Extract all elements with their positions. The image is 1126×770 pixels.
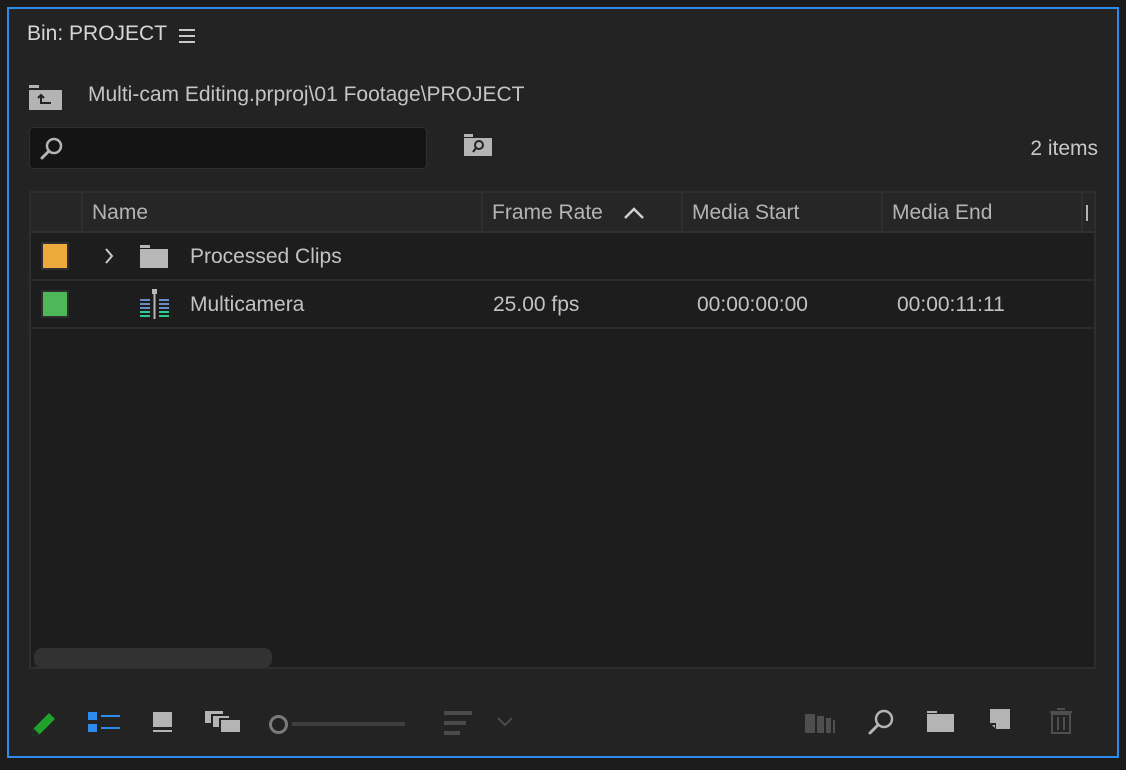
label-color-swatch[interactable]	[41, 242, 69, 270]
search-input[interactable]	[74, 134, 418, 164]
media-end-value: 00:00:11:11	[897, 293, 1005, 316]
column-header-frame-rate-label: Frame Rate	[492, 201, 603, 224]
truncated-column-marker	[1086, 205, 1088, 222]
column-header-name-label: Name	[92, 201, 149, 224]
item-name[interactable]: Processed Clips	[190, 233, 342, 279]
label-color-swatch[interactable]	[41, 290, 69, 318]
sort-dropdown-icon[interactable]	[496, 716, 514, 728]
item-name[interactable]: Multicamera	[190, 281, 304, 327]
search-field[interactable]	[29, 127, 427, 169]
list-view-icon[interactable]	[88, 711, 122, 735]
sort-ascending-icon	[623, 207, 644, 220]
item-count: 2 items	[1030, 137, 1098, 160]
table-header: Name Frame Rate Media Start Media End	[31, 193, 1094, 233]
search-icon	[40, 137, 63, 160]
bin-path-breadcrumb: Multi-cam Editing.prproj\01 Footage\PROJ…	[88, 83, 525, 106]
zoom-slider[interactable]	[269, 713, 409, 735]
freeform-view-icon[interactable]	[205, 711, 243, 735]
zoom-slider-handle[interactable]	[269, 715, 288, 734]
hamburger-menu-icon[interactable]	[179, 29, 195, 43]
column-header-media-end[interactable]: Media End	[883, 193, 1083, 231]
folder-icon	[140, 245, 168, 268]
horizontal-scrollbar[interactable]	[34, 648, 272, 667]
table-row[interactable]: Processed Clips	[31, 233, 1094, 281]
new-bin-icon[interactable]	[927, 711, 955, 733]
bin-table: Name Frame Rate Media Start Media End Pr…	[29, 191, 1096, 669]
column-header-next[interactable]	[1083, 193, 1094, 231]
zoom-slider-track	[292, 722, 405, 726]
panel-title[interactable]: Bin: PROJECT	[27, 22, 167, 46]
trash-icon[interactable]	[1049, 708, 1073, 734]
automate-to-sequence-icon[interactable]	[805, 713, 837, 735]
find-in-bin-icon[interactable]	[464, 134, 494, 158]
column-header-media-end-label: Media End	[892, 201, 993, 224]
icon-view-icon[interactable]	[152, 711, 174, 735]
column-header-media-start-label: Media Start	[692, 201, 800, 224]
find-icon[interactable]	[867, 709, 895, 737]
folder-up-icon[interactable]	[29, 85, 63, 111]
new-item-icon[interactable]	[990, 709, 1012, 731]
expand-chevron-icon[interactable]	[103, 247, 115, 265]
column-header-media-start[interactable]: Media Start	[683, 193, 883, 231]
frame-rate-value: 25.00 fps	[493, 293, 580, 316]
table-row[interactable]: Multicamera 25.00 fps 00:00:00:00 00:00:…	[31, 281, 1094, 329]
multicam-sequence-icon	[140, 289, 169, 319]
bottom-toolbar	[9, 699, 1117, 749]
pencil-icon[interactable]	[29, 709, 59, 739]
bin-panel: Bin: PROJECT Multi-cam Editing.prproj\01…	[7, 7, 1119, 758]
media-start-value: 00:00:00:00	[697, 293, 808, 316]
column-header-name[interactable]: Name	[83, 193, 483, 231]
column-header-frame-rate[interactable]: Frame Rate	[483, 193, 683, 231]
sort-icons-icon[interactable]	[444, 711, 474, 737]
column-header-label[interactable]	[31, 193, 83, 231]
